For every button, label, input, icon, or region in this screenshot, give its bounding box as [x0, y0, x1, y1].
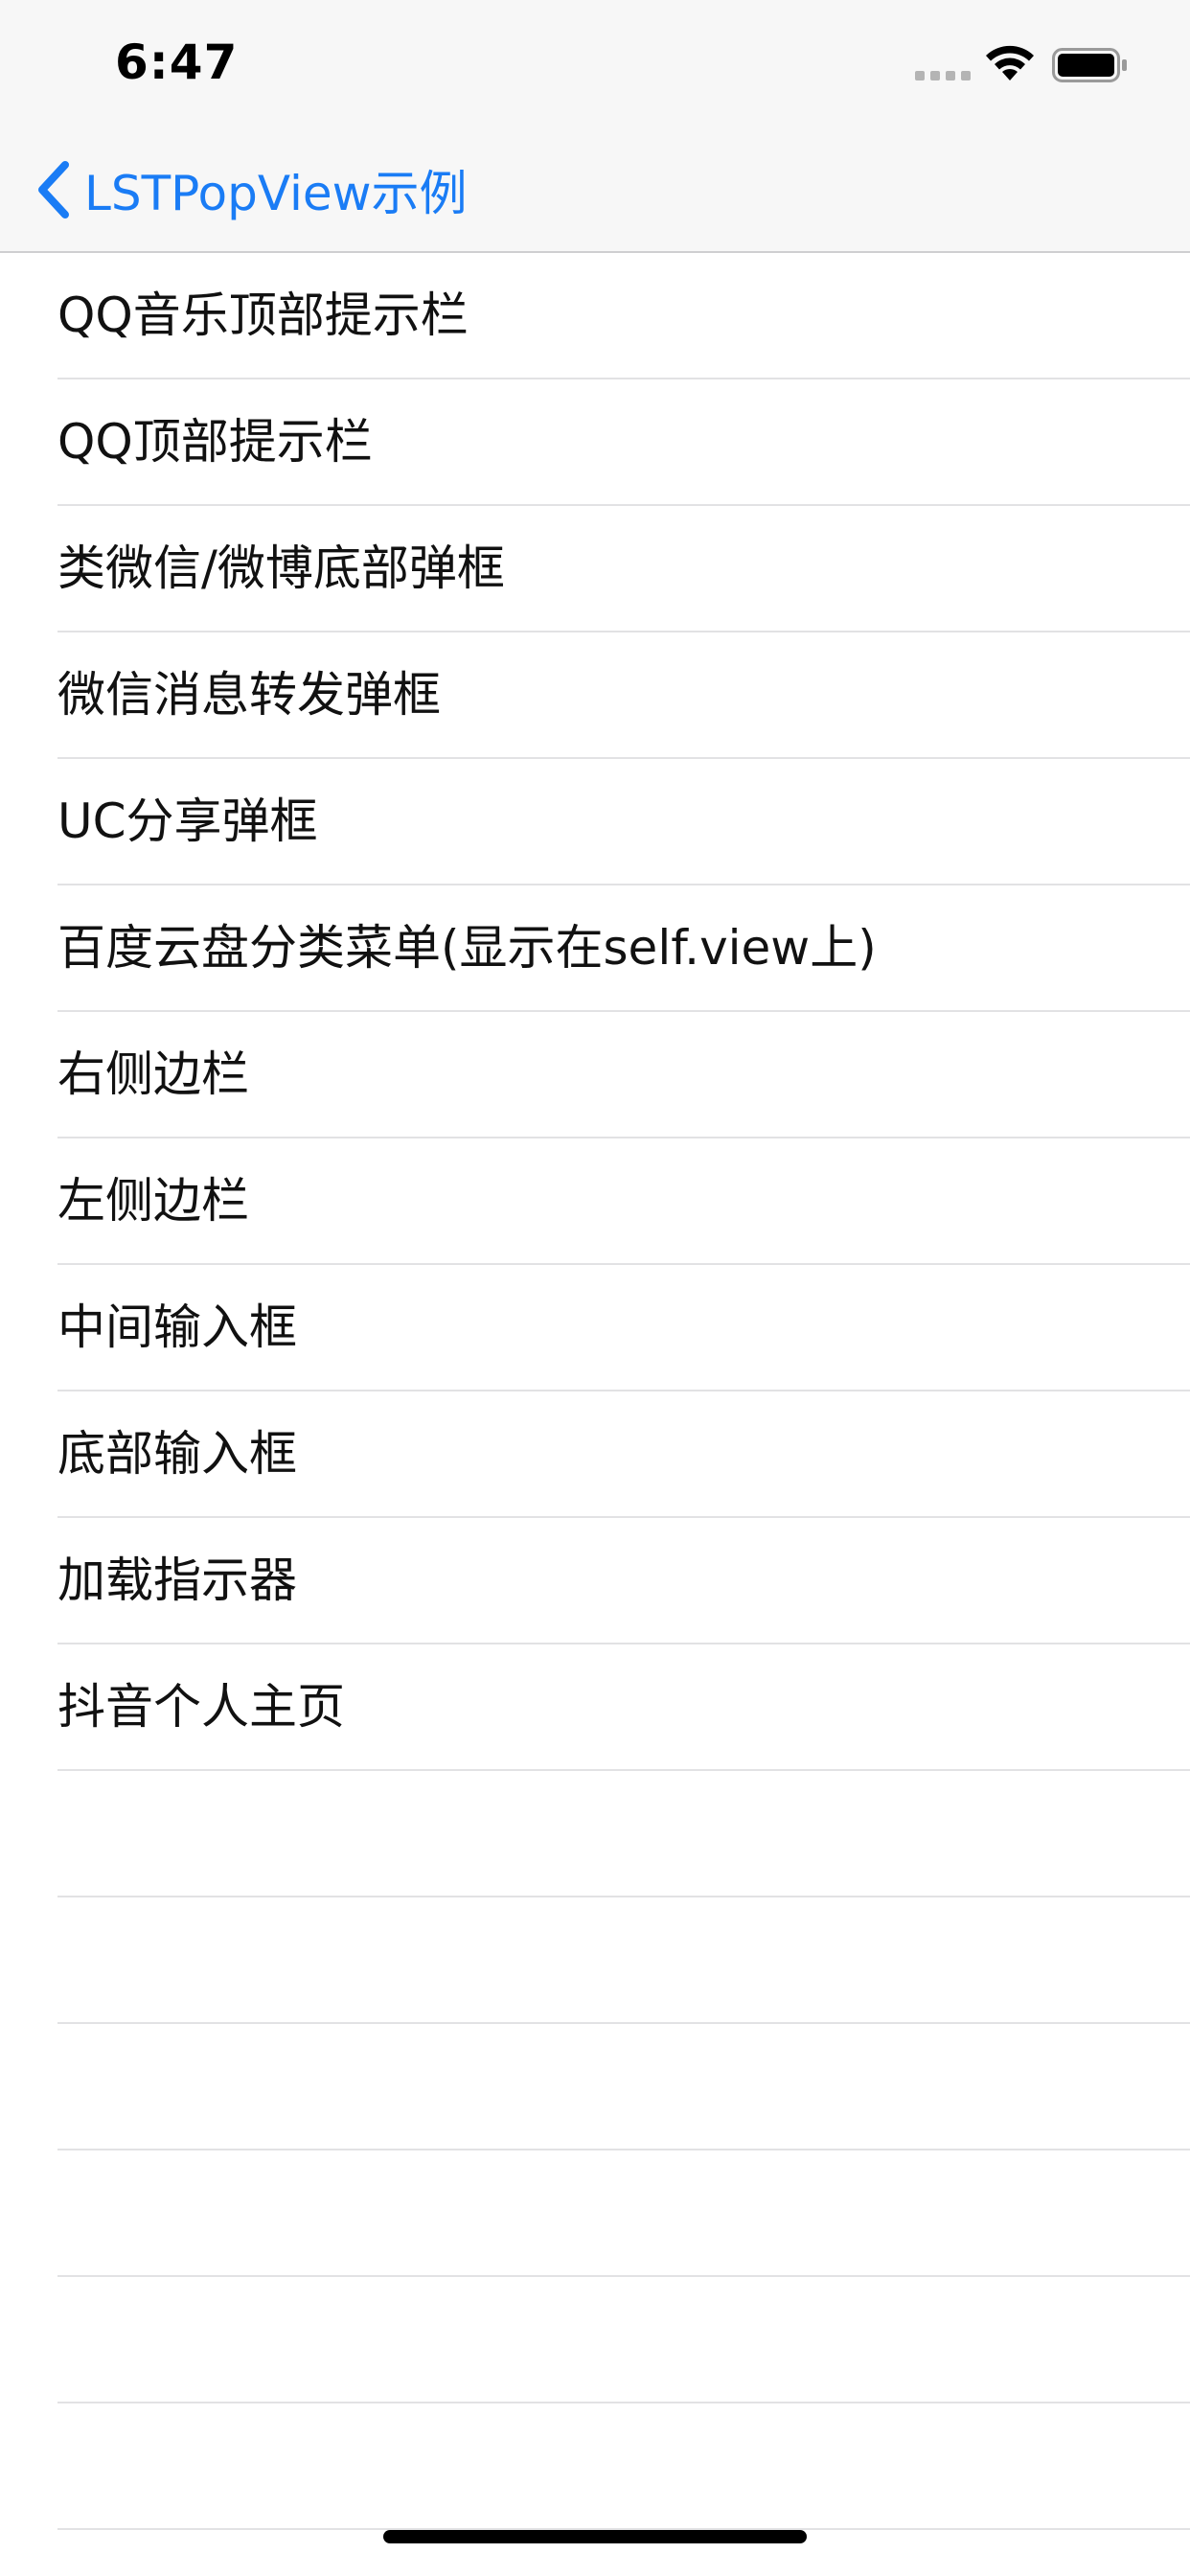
back-button[interactable]: LSTPopView示例 — [34, 157, 468, 222]
list-item-label: 抖音个人主页 — [57, 1679, 345, 1735]
empty-row — [0, 2404, 1190, 2530]
list-item-label: 百度云盘分类菜单(显示在self.view上) — [57, 920, 877, 976]
list-item-label: UC分享弹框 — [57, 794, 318, 849]
list-item[interactable]: 左侧边栏 — [0, 1138, 1190, 1265]
empty-row — [0, 1771, 1190, 1898]
list-item[interactable]: UC分享弹框 — [0, 759, 1190, 886]
empty-row — [0, 1898, 1190, 2024]
list-item[interactable]: 微信消息转发弹框 — [0, 632, 1190, 759]
status-time: 6:47 — [115, 34, 239, 90]
list-item-label: 加载指示器 — [57, 1552, 297, 1608]
chevron-left-icon — [38, 161, 69, 218]
list-item[interactable]: 百度云盘分类菜单(显示在self.view上) — [0, 886, 1190, 1012]
list-item[interactable]: 中间输入框 — [0, 1265, 1190, 1392]
empty-row — [0, 2277, 1190, 2404]
list-item-label: 右侧边栏 — [57, 1046, 249, 1102]
list-item[interactable]: 加载指示器 — [0, 1518, 1190, 1644]
battery-icon — [1052, 48, 1127, 82]
list-item-label: 左侧边栏 — [57, 1173, 249, 1229]
list-item-label: 微信消息转发弹框 — [57, 667, 441, 723]
empty-row — [0, 2150, 1190, 2277]
back-button-label: LSTPopView示例 — [84, 166, 468, 221]
list-item[interactable]: 底部输入框 — [0, 1392, 1190, 1518]
cellular-signal-icon — [915, 71, 971, 80]
list-item[interactable]: 抖音个人主页 — [0, 1644, 1190, 1771]
list-item[interactable]: 右侧边栏 — [0, 1012, 1190, 1138]
list-item-label: 类微信/微博底部弹框 — [57, 540, 505, 596]
wifi-icon — [986, 45, 1034, 80]
list-item-label: 中间输入框 — [57, 1300, 297, 1355]
demo-list: QQ音乐顶部提示栏 QQ顶部提示栏 类微信/微博底部弹框 微信消息转发弹框 UC… — [0, 253, 1190, 2530]
home-indicator[interactable] — [383, 2530, 807, 2543]
list-item[interactable]: QQ音乐顶部提示栏 — [0, 253, 1190, 380]
list-item-label: QQ顶部提示栏 — [57, 414, 373, 470]
status-bar: 6:47 — [0, 0, 1190, 126]
empty-row — [0, 2024, 1190, 2150]
list-item[interactable]: 类微信/微博底部弹框 — [0, 506, 1190, 632]
navigation-bar: LSTPopView示例 — [0, 126, 1190, 253]
list-item-label: QQ音乐顶部提示栏 — [57, 288, 469, 343]
list-item[interactable]: QQ顶部提示栏 — [0, 380, 1190, 506]
list-item-label: 底部输入框 — [57, 1426, 297, 1482]
